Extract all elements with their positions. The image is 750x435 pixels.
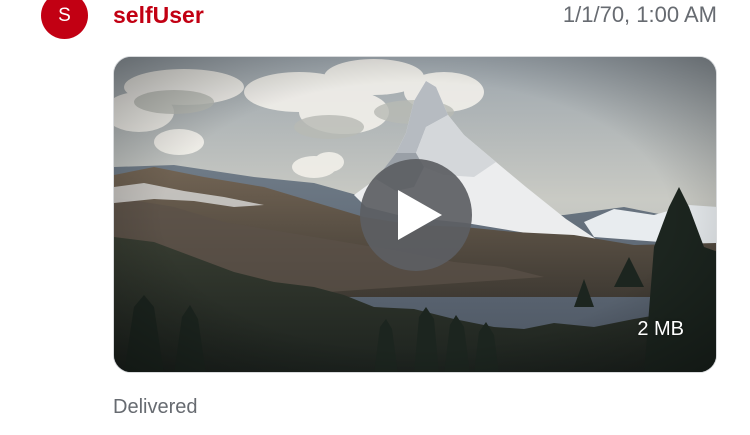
play-button[interactable] (360, 159, 472, 271)
username[interactable]: selfUser (113, 2, 204, 28)
file-size-label: 2 MB (637, 318, 684, 340)
message-item: S selfUser 1/1/70, 1:00 AM 2 MB Delivere… (0, 0, 750, 435)
play-icon (398, 190, 442, 240)
avatar-initial: S (58, 4, 71, 26)
avatar[interactable]: S (41, 0, 88, 39)
video-attachment[interactable]: 2 MB (113, 56, 717, 373)
message-timestamp: 1/1/70, 1:00 AM (562, 2, 717, 27)
delivery-status: Delivered (113, 396, 198, 418)
